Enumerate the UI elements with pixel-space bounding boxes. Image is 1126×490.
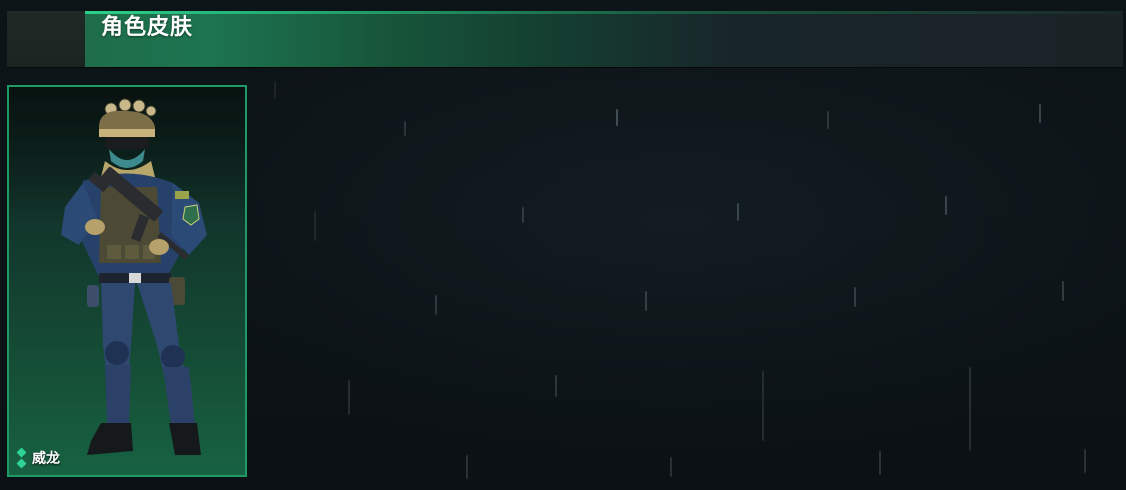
diamond-top [16, 447, 27, 458]
diamond-marker-icon [16, 447, 27, 469]
section-title: 角色皮肤 [101, 15, 194, 40]
header-accent-line [85, 11, 1123, 14]
skin-name: 威龙 [32, 451, 60, 467]
skin-name-row: 威龙 [16, 447, 60, 469]
header-band [85, 11, 1123, 67]
header-stub [7, 11, 86, 67]
character-portrait-icon [61, 98, 207, 455]
diamond-bottom [16, 458, 27, 469]
skin-card[interactable]: 威龙 [7, 85, 247, 477]
